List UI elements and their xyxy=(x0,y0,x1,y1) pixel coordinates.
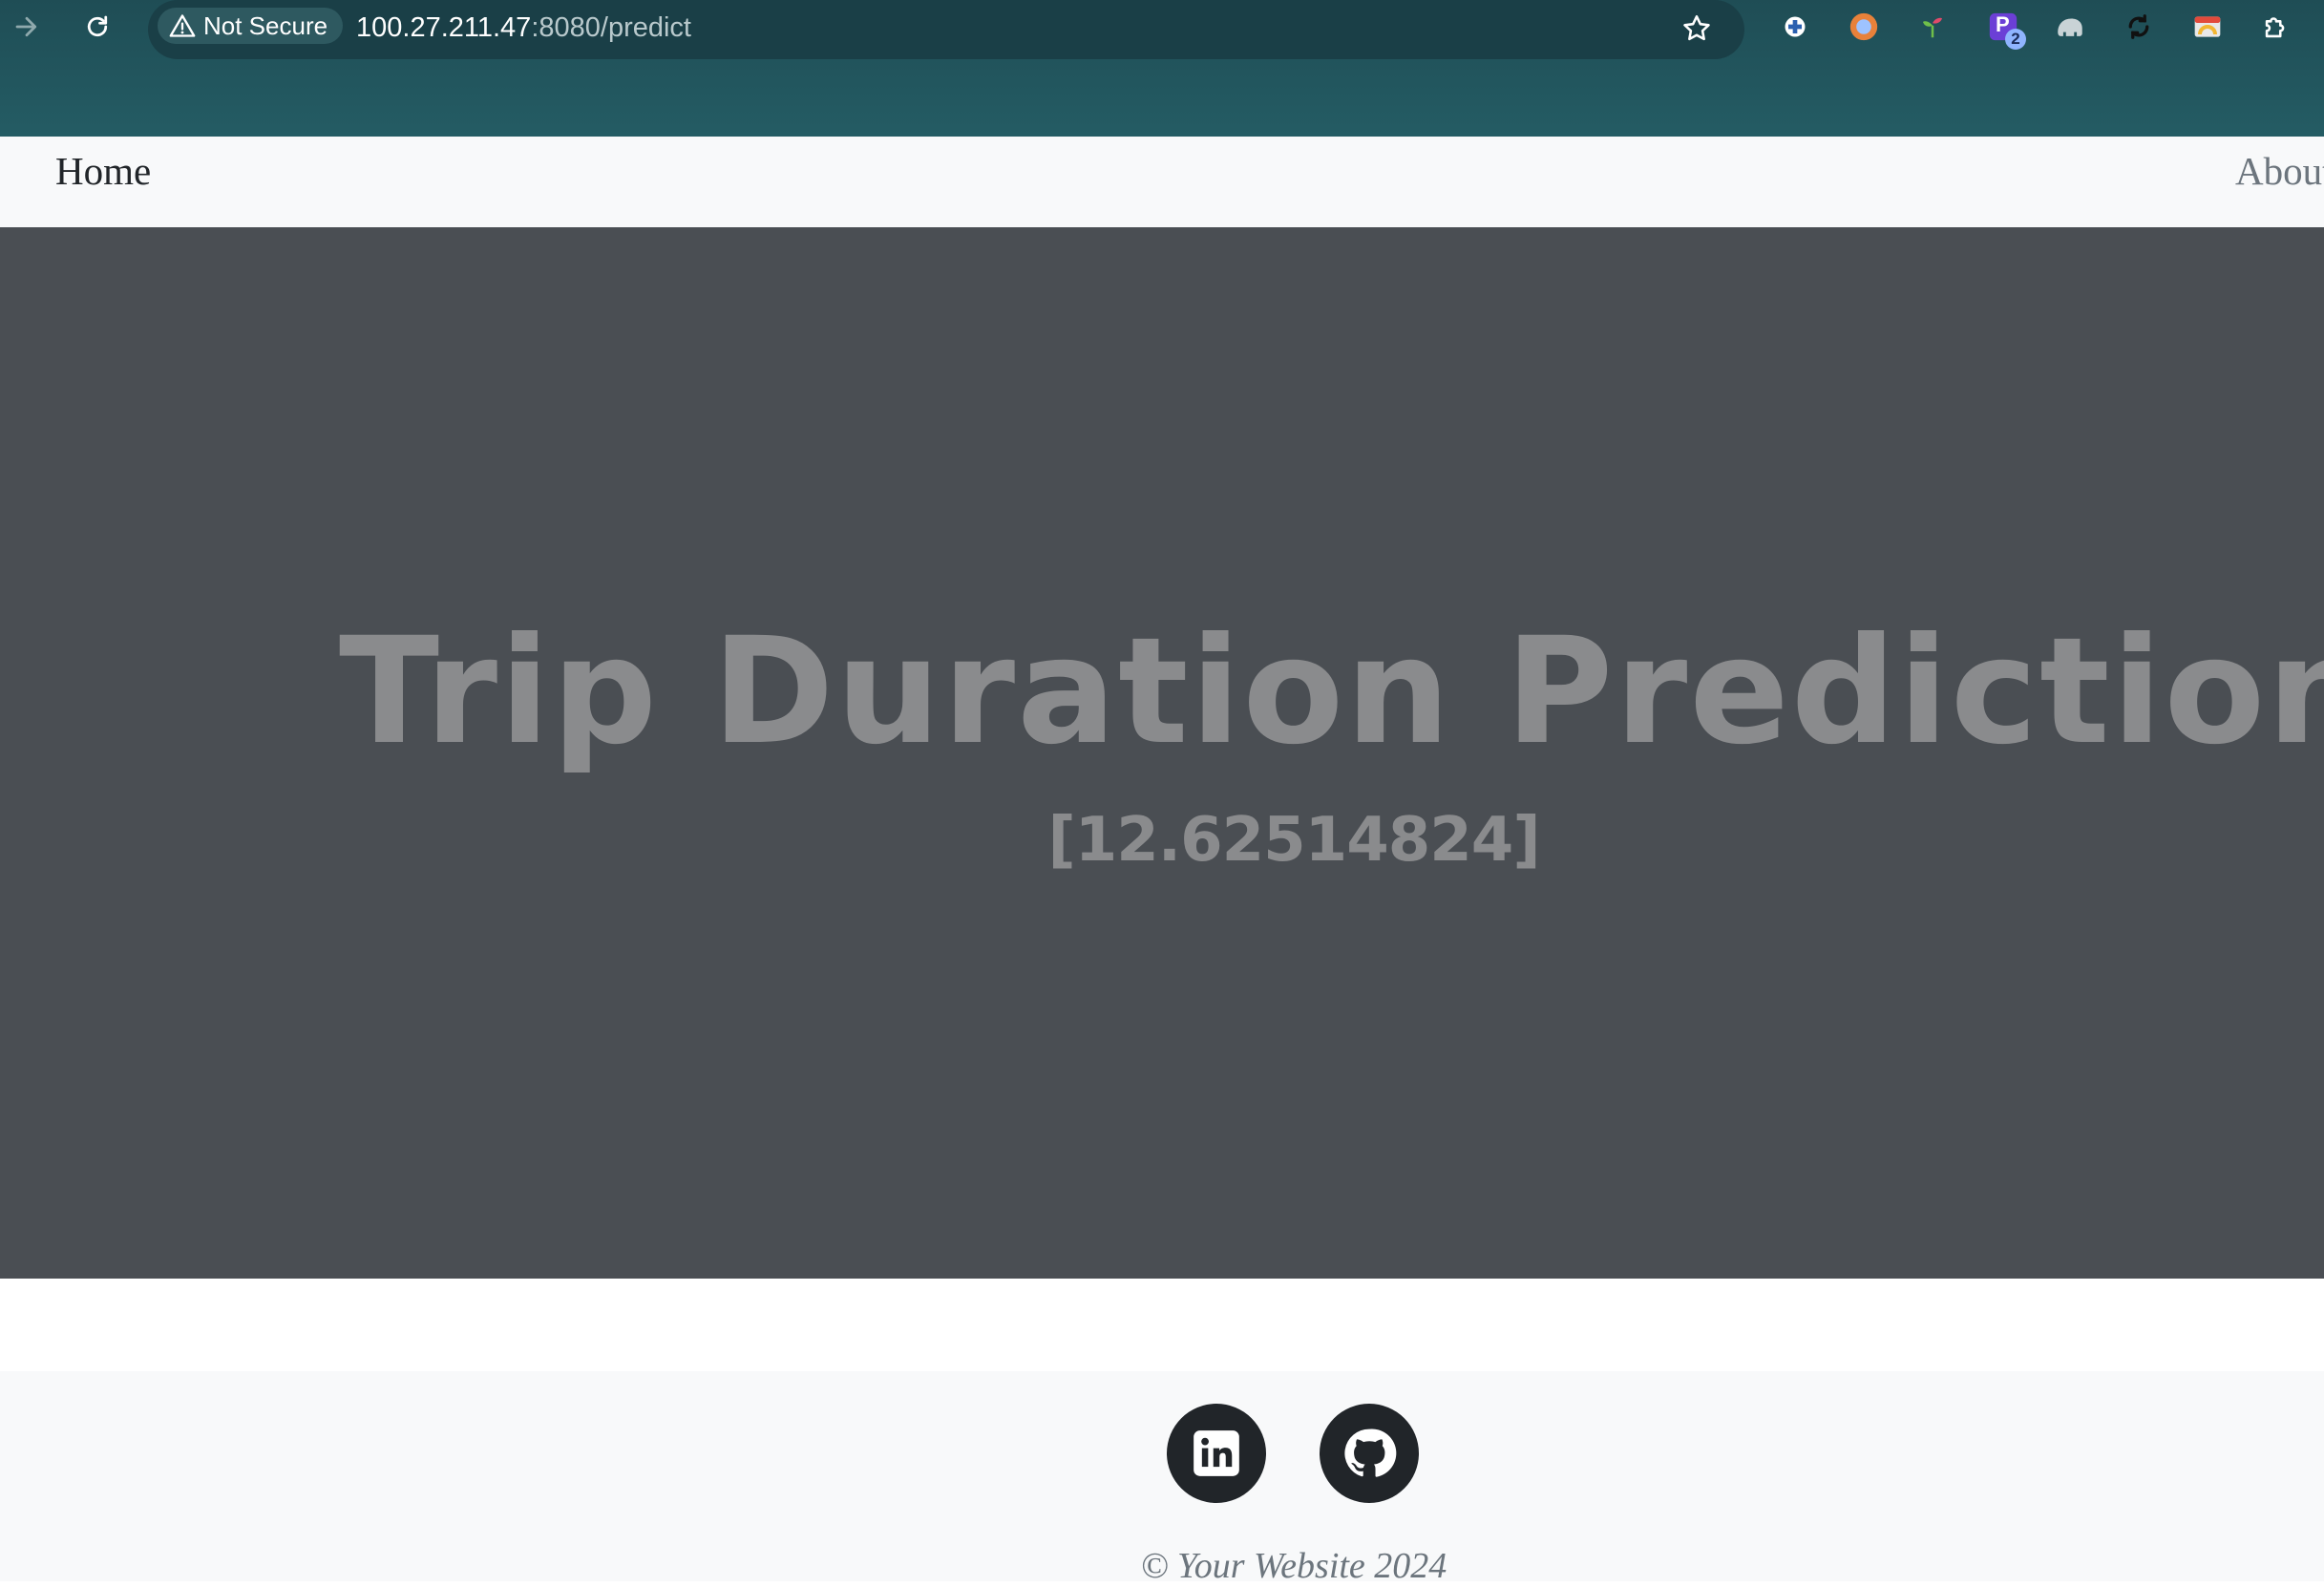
extension-button[interactable] xyxy=(1776,8,1814,46)
nav-link-about[interactable]: About xyxy=(2235,142,2324,200)
extensions-menu-button[interactable] xyxy=(2257,8,2295,46)
footer: © Your Website 2024 xyxy=(0,1371,2324,1586)
extension-button[interactable] xyxy=(2051,8,2089,46)
star-icon xyxy=(1683,14,1710,41)
window-icon xyxy=(2194,16,2221,37)
elephant-icon xyxy=(2058,18,2082,36)
site-navbar: Home About xyxy=(0,137,2324,227)
reload-button[interactable] xyxy=(76,6,118,48)
url-host: 100.27.211.47 xyxy=(356,12,532,43)
github-icon xyxy=(1344,1428,1397,1477)
nav-link-home[interactable]: Home xyxy=(55,142,151,200)
address-bar[interactable]: Not Secure 100.27.211.47:8080/predict xyxy=(148,0,1744,59)
reload-icon xyxy=(87,15,108,37)
puzzle-icon xyxy=(2265,17,2285,38)
copyright-text: © Your Website 2024 xyxy=(1140,1546,1447,1586)
extension-button[interactable] xyxy=(1913,8,1952,46)
linkedin-link[interactable] xyxy=(1167,1404,1266,1503)
extension-button[interactable] xyxy=(1845,8,1883,46)
prediction-result: [12.62514824] xyxy=(1047,805,1540,876)
page-title: Trip Duration Prediction xyxy=(339,606,2324,777)
extension-button[interactable] xyxy=(2188,8,2227,46)
extension-button[interactable] xyxy=(2120,8,2158,46)
url-path: :8080/predict xyxy=(531,12,691,43)
hero-section: Trip Duration Prediction [12.62514824] xyxy=(0,227,2324,1279)
medical-cross-icon xyxy=(1785,16,1806,37)
browser-toolbar: Not Secure 100.27.211.47:8080/predict P … xyxy=(0,0,2324,137)
extension-button[interactable]: P 2 xyxy=(1984,8,2026,50)
linkedin-icon xyxy=(1194,1430,1239,1476)
github-link[interactable] xyxy=(1320,1404,1419,1503)
extension-badge: 2 xyxy=(2005,29,2026,50)
security-chip[interactable]: Not Secure xyxy=(158,8,344,44)
bookmark-star-button[interactable] xyxy=(1678,10,1716,48)
warning-icon xyxy=(169,14,196,37)
orange-circle-icon xyxy=(1849,12,1878,41)
forward-button[interactable] xyxy=(6,6,48,48)
url-text[interactable]: 100.27.211.47:8080/predict xyxy=(356,11,691,44)
security-label: Not Secure xyxy=(203,11,328,40)
sync-icon xyxy=(2128,14,2149,39)
arrow-right-icon xyxy=(15,16,37,37)
sprout-icon xyxy=(1923,17,1942,38)
